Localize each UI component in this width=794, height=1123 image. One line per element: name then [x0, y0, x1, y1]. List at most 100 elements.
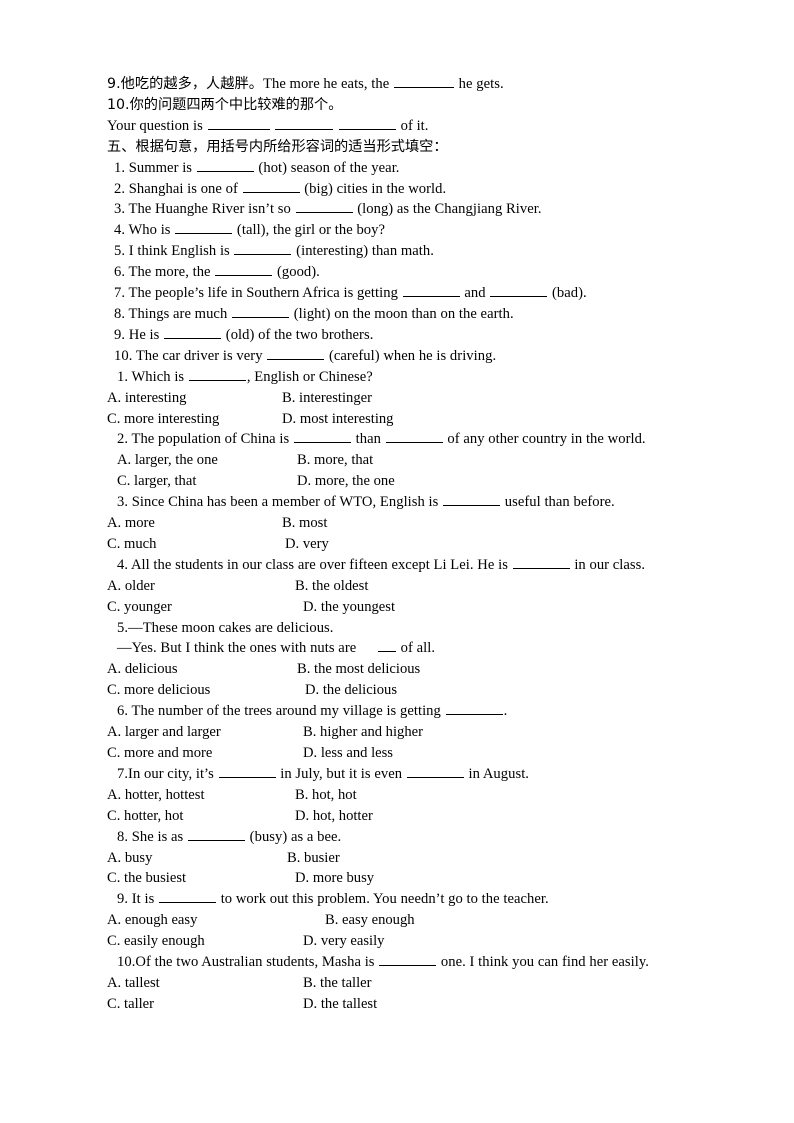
option-b[interactable]: B. the oldest	[295, 576, 368, 597]
option-a[interactable]: A. older	[107, 576, 295, 597]
option-d[interactable]: D. the delicious	[305, 680, 397, 701]
answer-blank[interactable]	[188, 368, 246, 381]
option-d[interactable]: D. very easily	[303, 931, 384, 952]
option-a[interactable]: A. hotter, hottest	[107, 785, 295, 806]
stem-before: The number of the trees around my villag…	[128, 703, 445, 720]
option-a[interactable]: A. larger, the one	[117, 450, 297, 471]
answer-blank[interactable]	[393, 75, 454, 88]
translation-item-9: 9.他吃的越多，人越胖。The more he eats, the he get…	[107, 74, 707, 95]
answer-blank[interactable]	[512, 556, 570, 569]
option-c[interactable]: C. younger	[107, 597, 303, 618]
answer-blank[interactable]	[164, 326, 222, 339]
option-c[interactable]: C. taller	[107, 994, 303, 1015]
fill-question-9: 9. He is (old) of the two brothers.	[107, 325, 707, 346]
answer-blank[interactable]	[232, 305, 290, 318]
answer-blank[interactable]	[267, 347, 325, 360]
question-number: 7.	[117, 765, 129, 782]
mc-question-4-options-row-2: C. younger D. the youngest	[107, 597, 707, 618]
option-b[interactable]: B. easy enough	[325, 910, 415, 931]
document-content: 9.他吃的越多，人越胖。The more he eats, the he get…	[107, 74, 707, 1015]
question-number: 7.	[114, 285, 126, 302]
option-b[interactable]: B. the most delicious	[297, 659, 420, 680]
answer-blank[interactable]	[379, 953, 437, 967]
option-c[interactable]: C. larger, that	[117, 471, 297, 492]
mc-question-9-stem: 9. It is to work out this problem. You n…	[107, 889, 707, 910]
mc-question-7-options-row-2: C. hotter, hot D. hot, hotter	[107, 806, 707, 827]
question-number: 5.	[114, 243, 126, 260]
answer-blank[interactable]	[159, 890, 216, 904]
question-text-after: (interesting) than math.	[292, 243, 434, 260]
option-d[interactable]: D. the youngest	[303, 597, 395, 618]
option-d[interactable]: D. very	[285, 534, 329, 555]
mc-question-9-options-row-1: A. enough easy B. easy enough	[107, 910, 707, 931]
question-number: 9.	[114, 326, 126, 343]
question-number: 8.	[114, 305, 126, 322]
fill-question-1: 1. Summer is (hot) season of the year.	[107, 158, 707, 179]
answer-blank[interactable]	[385, 430, 443, 444]
option-a[interactable]: A. tallest	[107, 973, 303, 994]
option-b[interactable]: B. more, that	[297, 450, 373, 471]
answer-blank[interactable]	[218, 765, 276, 778]
answer-blank[interactable]	[406, 765, 464, 778]
question-text-before: The car driver is very	[132, 347, 267, 364]
option-b[interactable]: B. hot, hot	[295, 785, 357, 806]
option-a[interactable]: A. larger and larger	[107, 722, 303, 743]
question-text-before: I think English is	[125, 243, 234, 260]
option-a[interactable]: A. interesting	[107, 388, 282, 409]
answer-blank[interactable]	[175, 221, 233, 235]
option-a[interactable]: A. delicious	[107, 659, 297, 680]
answer-blank[interactable]	[207, 117, 270, 130]
question-text-after: (old) of the two brothers.	[222, 326, 374, 343]
question-text-before: He is	[125, 326, 164, 343]
question-text-before: Summer is	[125, 159, 196, 176]
option-c[interactable]: C. more delicious	[107, 680, 305, 701]
fill-question-7: 7. The people’s life in Southern Africa …	[107, 283, 707, 304]
option-d[interactable]: D. more, the one	[297, 471, 395, 492]
answer-blank[interactable]	[215, 263, 273, 277]
option-c[interactable]: C. hotter, hot	[107, 806, 295, 827]
mc-question-10-options-row-2: C. taller D. the tallest	[107, 994, 707, 1015]
answer-blank[interactable]	[242, 180, 300, 193]
fill-question-2: 2. Shanghai is one of (big) cities in th…	[107, 179, 707, 200]
option-a[interactable]: A. more	[107, 513, 282, 534]
option-c[interactable]: C. the busiest	[107, 868, 295, 889]
option-a[interactable]: A. busy	[107, 848, 287, 869]
answer-blank[interactable]	[293, 430, 351, 444]
option-b[interactable]: B. most	[282, 513, 327, 534]
stem-before: It is	[128, 891, 158, 908]
question-text-before: The more, the	[125, 264, 215, 281]
answer-blank[interactable]	[443, 493, 501, 507]
option-b[interactable]: B. busier	[287, 848, 340, 869]
answer-blank[interactable]	[187, 828, 245, 841]
answer-blank[interactable]	[377, 640, 396, 653]
answer-blank[interactable]	[402, 284, 460, 298]
option-d[interactable]: D. hot, hotter	[295, 806, 373, 827]
option-c[interactable]: C. more and more	[107, 743, 303, 764]
translation-item-9-english-before: The more he eats, the	[263, 76, 393, 92]
option-d[interactable]: D. less and less	[303, 743, 393, 764]
option-c[interactable]: C. much	[107, 534, 285, 555]
option-d[interactable]: D. the tallest	[303, 994, 377, 1015]
answer-suffix: of it.	[396, 117, 429, 134]
option-a[interactable]: A. enough easy	[107, 910, 325, 931]
answer-blank[interactable]	[275, 117, 334, 130]
option-b[interactable]: B. the taller	[303, 973, 372, 994]
answer-blank[interactable]	[196, 159, 254, 172]
section-five-heading: 五、根据句意，用括号内所给形容词的适当形式填空：	[107, 138, 448, 155]
option-c[interactable]: C. easily enough	[107, 931, 303, 952]
answer-blank[interactable]	[234, 242, 292, 256]
option-d[interactable]: D. more busy	[295, 868, 374, 889]
option-b[interactable]: B. interestinger	[282, 388, 372, 409]
translation-item-10: 10.你的问题四两个中比较难的那个。	[107, 96, 343, 113]
answer-blank[interactable]	[338, 117, 396, 130]
answer-blank[interactable]	[490, 284, 548, 298]
stem-after: .	[503, 703, 508, 720]
option-d[interactable]: D. most interesting	[282, 409, 393, 430]
mc-question-7-stem: 7.In our city, it’s in July, but it is e…	[107, 764, 707, 785]
fill-question-10: 10. The car driver is very (careful) whe…	[107, 346, 707, 367]
mc-question-5-stem-line-2: —Yes. But I think the ones with nuts are…	[107, 638, 707, 659]
option-b[interactable]: B. higher and higher	[303, 722, 423, 743]
answer-blank[interactable]	[295, 200, 353, 214]
option-c[interactable]: C. more interesting	[107, 409, 282, 430]
answer-blank[interactable]	[445, 702, 503, 716]
